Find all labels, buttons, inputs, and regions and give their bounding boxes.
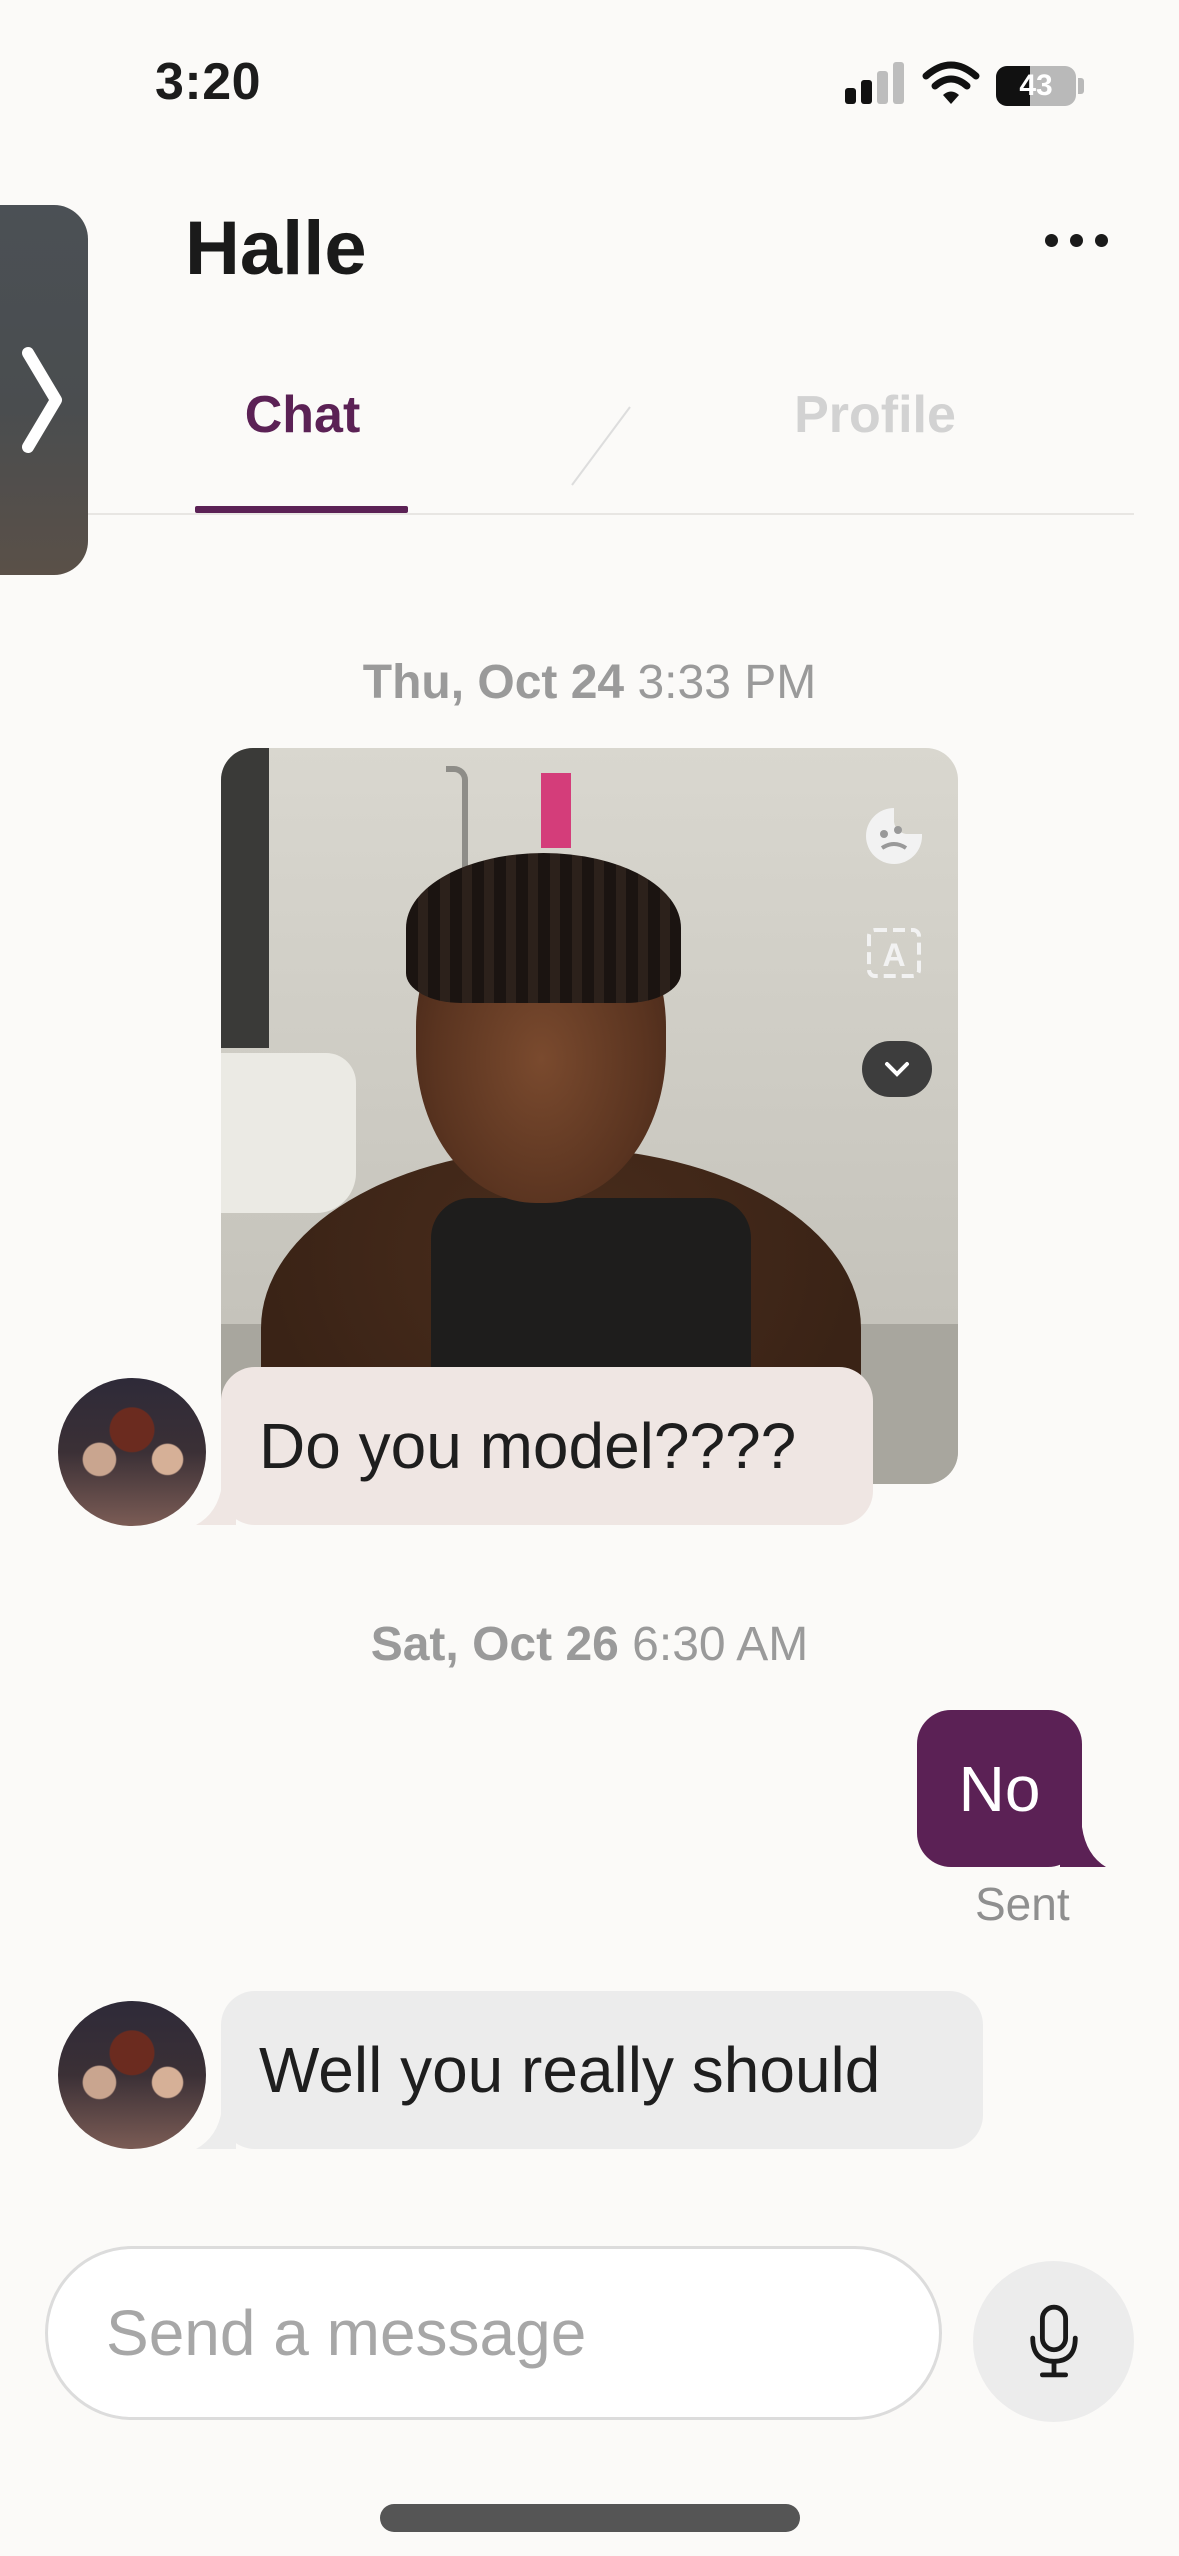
home-indicator[interactable]: [380, 2504, 800, 2532]
tab-divider: [571, 406, 631, 486]
message-text: No: [958, 1752, 1041, 1825]
battery-icon: 43: [996, 66, 1076, 106]
signal-icon: [845, 62, 905, 104]
date-separator: Thu, Oct 24 3:33 PM: [0, 655, 1179, 710]
message-text: Well you really should: [259, 2034, 881, 2106]
translate-icon: A: [867, 928, 921, 978]
date-day: Sat, Oct 26: [370, 1618, 619, 1671]
svg-text:A: A: [882, 937, 905, 973]
side-panel-chevron-icon: [22, 347, 62, 453]
tab-profile[interactable]: Profile: [760, 385, 990, 445]
message-text: Do you model????: [259, 1410, 797, 1482]
message-bubble-received[interactable]: Do you model????: [221, 1367, 873, 1525]
microphone-button[interactable]: [973, 2261, 1134, 2422]
more-icon-dot: [1045, 233, 1058, 247]
avatar[interactable]: [58, 2001, 206, 2149]
more-icon-dot: [1095, 233, 1108, 247]
tab-active-indicator: [195, 506, 408, 513]
photo-expand-button[interactable]: [862, 1041, 932, 1097]
message-input[interactable]: [45, 2246, 942, 2420]
date-day: Thu, Oct 24: [362, 656, 625, 709]
bubble-tail: [1060, 1827, 1106, 1867]
date-time: 6:30 AM: [632, 1618, 809, 1671]
translate-button[interactable]: A: [861, 918, 927, 984]
avatar[interactable]: [58, 1378, 206, 1526]
date-time: 3:33 PM: [637, 656, 817, 709]
status-time: 3:20: [155, 53, 262, 111]
contact-name[interactable]: Halle: [185, 205, 367, 292]
microphone-icon: [1029, 2304, 1078, 2377]
date-separator: Sat, Oct 26 6:30 AM: [0, 1617, 1179, 1672]
chevron-down-icon: [885, 1062, 909, 1077]
emoji-reaction-icon: [866, 808, 922, 864]
message-status: Sent: [975, 1878, 1070, 1930]
emoji-reaction-button[interactable]: [862, 804, 926, 868]
wifi-icon: [922, 61, 980, 104]
side-panel-handle[interactable]: [0, 205, 88, 575]
battery-tip: [1078, 78, 1084, 94]
battery-level: 43: [1019, 69, 1053, 102]
message-bubble-sent[interactable]: No: [917, 1710, 1082, 1867]
more-options-button[interactable]: [1045, 222, 1125, 258]
more-icon-dot: [1070, 233, 1083, 247]
tabs-border: [88, 513, 1134, 515]
message-bubble-received[interactable]: Well you really should: [221, 1991, 983, 2149]
tab-chat[interactable]: Chat: [195, 385, 410, 445]
